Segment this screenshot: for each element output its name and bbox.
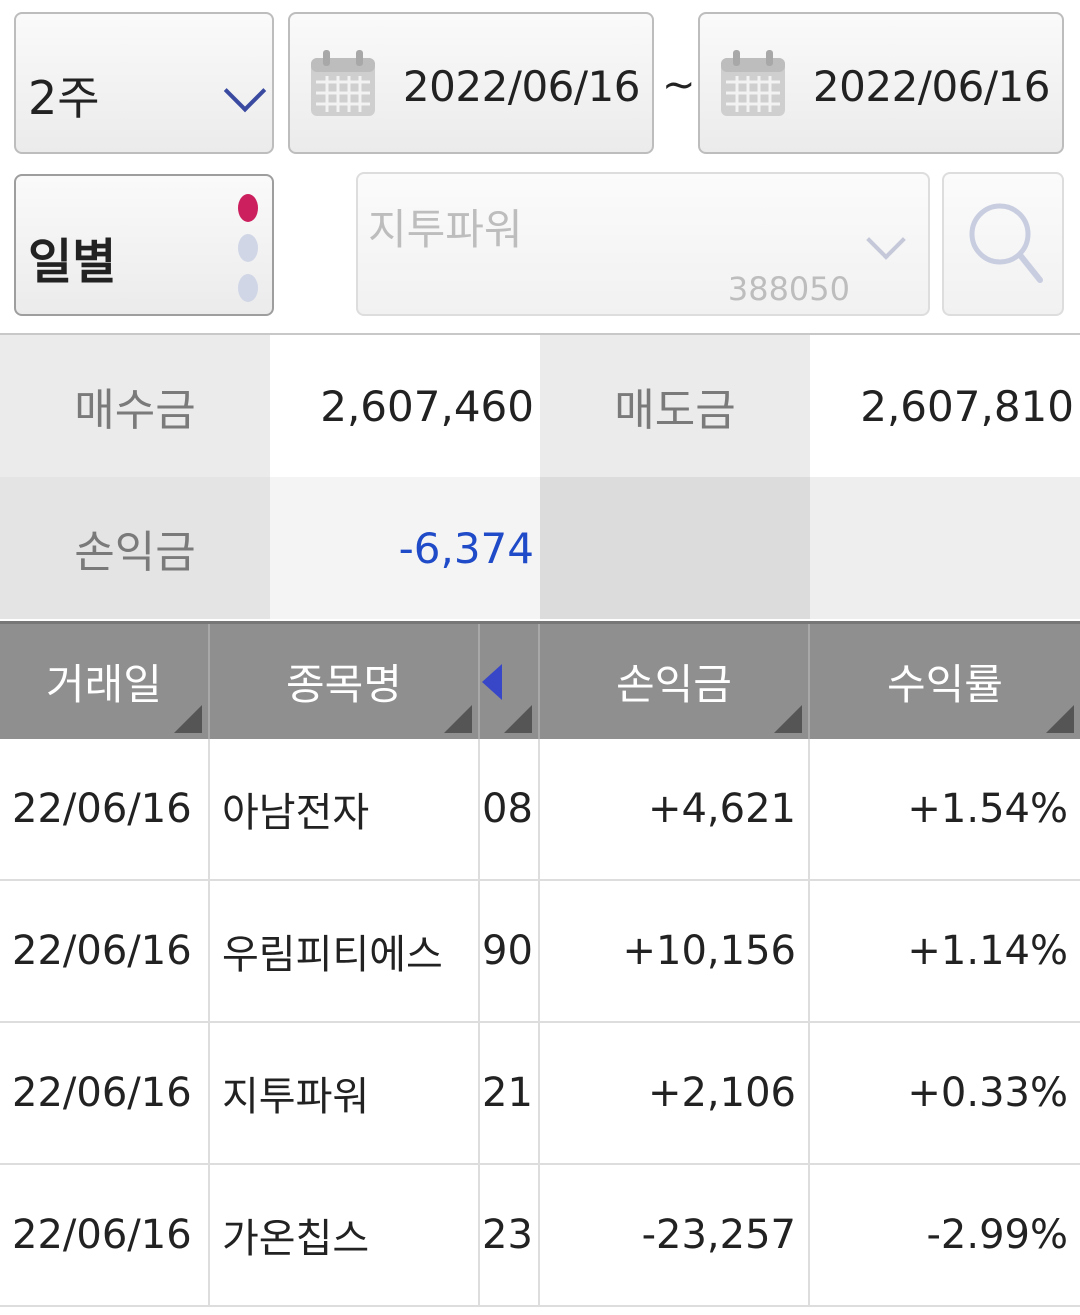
profit-loss-cell: +2,106 [540, 1023, 810, 1163]
return-rate-cell: -2.99% [926, 1212, 1068, 1258]
table-row[interactable]: 22/06/16 지투파워 21 +2,106 +0.33% [0, 1023, 1080, 1165]
sort-corner-icon [174, 705, 202, 733]
period-value: 2주 [28, 71, 100, 125]
sort-corner-icon [774, 705, 802, 733]
mode-value: 일별 [28, 234, 117, 290]
chevron-down-icon [223, 69, 267, 113]
stock-name: 지투파워 [368, 205, 523, 254]
stock-code: 388050 [727, 270, 850, 308]
sort-corner-icon [504, 705, 532, 733]
stock-code-cell: 90 [480, 881, 540, 1021]
stock-code-cell: 08 [480, 739, 540, 879]
table-row[interactable]: 22/06/16 아남전자 08 +4,621 +1.54% [0, 739, 1080, 881]
stock-name-cell: 가온칩스 [210, 1165, 480, 1305]
return-rate-cell: +1.14% [907, 928, 1068, 974]
summary-empty-cell [810, 477, 1080, 619]
trade-date: 22/06/16 [0, 1165, 210, 1305]
search-button[interactable] [942, 172, 1064, 316]
search-icon [969, 203, 1043, 283]
page-indicator-dot-active [238, 194, 258, 222]
column-header-name-label: 종목명 [286, 660, 402, 709]
sort-corner-icon [1046, 705, 1074, 733]
date-from-button[interactable]: 2022/06/16 [288, 12, 654, 154]
mode-toggle[interactable]: 일별 [14, 174, 274, 316]
stock-select[interactable]: 지투파워 388050 [356, 172, 930, 316]
table-row[interactable]: 22/06/16 우림피티에스 90 +10,156 +1.14% [0, 881, 1080, 1023]
stock-code-cell: 21 [480, 1023, 540, 1163]
page-indicator-dot [238, 274, 258, 302]
sell-amount-label: 매도금 [540, 335, 810, 477]
sort-corner-icon [444, 705, 472, 733]
stock-code-cell: 23 [480, 1165, 540, 1305]
trade-date: 22/06/16 [0, 739, 210, 879]
profit-loss-label: 손익금 [0, 477, 270, 619]
summary-empty-cell [540, 477, 810, 619]
calendar-icon [311, 50, 375, 116]
return-rate-cell: +0.33% [907, 1070, 1068, 1116]
profit-loss-value: -6,374 [270, 477, 540, 619]
stock-name-cell: 아남전자 [210, 739, 480, 879]
column-header-date[interactable]: 거래일 [0, 624, 210, 739]
stock-name-cell: 우림피티에스 [210, 881, 480, 1021]
table-header: 거래일 종목명 손익금 수익률 [0, 621, 1080, 739]
date-to-button[interactable]: 2022/06/16 [698, 12, 1064, 154]
trade-table: 거래일 종목명 손익금 수익률 22/06/16 아남전자 08 +4,621 … [0, 621, 1080, 1315]
summary-panel: 매수금 2,607,460 매도금 2,607,810 손익금 -6,374 [0, 333, 1080, 621]
date-range-separator: ~ [662, 62, 696, 108]
column-header-profit-loss-label: 손익금 [616, 660, 732, 709]
column-header-profit-loss[interactable]: 손익금 [540, 624, 810, 739]
chevron-down-icon [866, 220, 906, 260]
profit-loss-cell: +4,621 [540, 739, 810, 879]
period-select[interactable]: 2주 [14, 12, 274, 154]
buy-amount-value: 2,607,460 [270, 335, 540, 477]
column-header-name[interactable]: 종목명 [210, 624, 480, 739]
buy-amount-label: 매수금 [0, 335, 270, 477]
profit-loss-cell: +10,156 [540, 881, 810, 1021]
table-row[interactable]: 22/06/16 가온칩스 23 -23,257 -2.99% [0, 1165, 1080, 1307]
trade-date: 22/06/16 [0, 881, 210, 1021]
stock-name-cell: 지투파워 [210, 1023, 480, 1163]
date-to-value: 2022/06/16 [812, 62, 1051, 111]
calendar-icon [721, 50, 785, 116]
filter-panel: 2주 2022/06/16 ~ 2022/06/16 일별 지투파워 38805… [0, 0, 1080, 333]
column-header-date-label: 거래일 [46, 660, 162, 709]
sell-amount-value: 2,607,810 [810, 335, 1080, 477]
arrow-left-icon[interactable] [482, 664, 502, 700]
page-indicator-dot [238, 234, 258, 262]
date-from-value: 2022/06/16 [402, 62, 641, 111]
trade-date: 22/06/16 [0, 1023, 210, 1163]
return-rate-cell: +1.54% [907, 786, 1068, 832]
column-header-rate[interactable]: 수익률 [810, 624, 1080, 739]
column-header-rate-label: 수익률 [887, 660, 1003, 709]
profit-loss-cell: -23,257 [540, 1165, 810, 1305]
